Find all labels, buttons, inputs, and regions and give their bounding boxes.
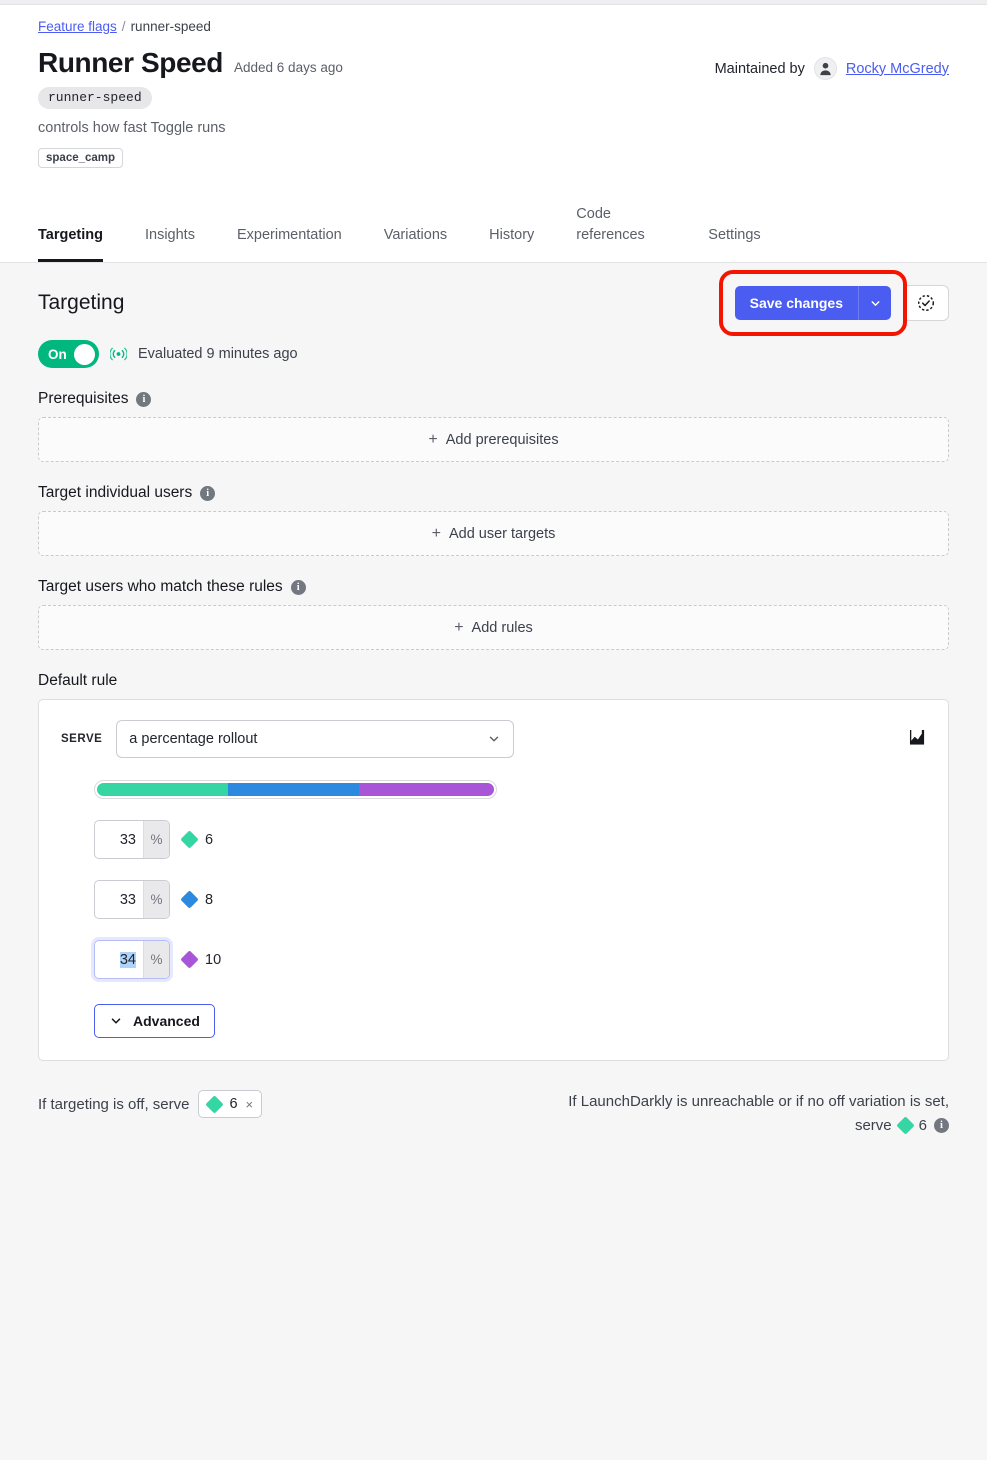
off-variation-value: 6 [229,1096,238,1113]
toggle-knob [74,343,95,365]
off-serve-label: If targeting is off, serve [38,1095,190,1113]
rollout-percent-input-3[interactable]: 34 % [94,940,170,980]
advanced-label: Advanced [133,1013,200,1030]
breadcrumb-feature-flags-link[interactable]: Feature flags [38,19,117,34]
tab-code-references[interactable]: Code references [576,194,666,262]
targeting-panel: Targeting Save changes On Evaluated 9 mi… [0,263,987,1460]
fallback-note: If LaunchDarkly is unreachable or if no … [568,1090,949,1138]
fallback-variation-value: 6 [918,1117,927,1135]
fallback-line-1: If LaunchDarkly is unreachable or if no … [568,1093,949,1111]
flag-key-chip: runner-speed [38,87,152,109]
rollout-percent-value-3: 34 [119,951,136,968]
percent-suffix: % [143,821,169,859]
add-prerequisites-label: Add prerequisites [445,431,559,448]
info-icon[interactable]: i [934,1118,949,1134]
percent-suffix: % [143,881,169,919]
breadcrumb-separator: / [121,19,126,34]
rollout-row: 33 % 8 [94,880,926,920]
prerequisites-label: Prerequisites [38,390,129,408]
evaluated-text: Evaluated 9 minutes ago [138,346,298,363]
info-icon[interactable]: i [200,485,216,501]
default-rule-section: Default rule SERVE a percentage rollout [38,672,949,1062]
off-variation-chip[interactable]: 6 × [198,1090,263,1119]
prerequisites-section: Prerequisites i + Add prerequisites [38,390,949,463]
flag-tag[interactable]: space_camp [38,148,124,168]
rollout-variation-1: 6 [205,831,214,848]
targeting-toggle[interactable]: On [38,340,99,369]
variation-diamond-icon [180,830,199,849]
rollout-percent-value-1: 33 [119,831,136,848]
default-rule-label: Default rule [38,672,118,690]
chevron-down-icon [111,1018,121,1024]
page-title: Runner Speed [38,47,224,78]
rollout-segment-3 [359,783,494,797]
plus-icon: + [431,524,441,542]
rollout-percent-input-1[interactable]: 33 % [94,820,170,860]
rollout-row: 33 % 6 [94,820,926,860]
serve-type-select[interactable]: a percentage rollout [116,720,515,759]
tab-variations[interactable]: Variations [384,215,447,262]
tab-history[interactable]: History [489,215,534,262]
dashed-circle-check-icon[interactable] [903,285,949,322]
maintained-by-label: Maintained by [714,60,805,77]
section-title: Targeting [38,291,125,315]
target-rules-section: Target users who match these rules i + A… [38,578,949,651]
target-individual-users-section: Target individual users i + Add user tar… [38,484,949,557]
broadcast-icon [110,347,127,361]
tab-experimentation[interactable]: Experimentation [237,215,342,262]
rollout-percent-value-2: 33 [119,891,136,908]
chevron-down-icon [490,736,499,742]
target-individual-users-label: Target individual users [38,484,193,502]
tab-settings[interactable]: Settings [708,215,760,262]
add-user-targets-button[interactable]: + Add user targets [38,511,949,557]
flag-header: Feature flags / runner-speed Runner Spee… [0,5,987,168]
save-changes-button[interactable]: Save changes [734,286,858,321]
fallback-serve-label: serve [854,1117,892,1135]
rollout-variation-2: 8 [205,891,214,908]
variation-diamond-icon [180,890,199,909]
tab-insights[interactable]: Insights [145,215,195,262]
variation-diamond-icon [895,1116,915,1136]
advanced-button[interactable]: Advanced [94,1004,215,1039]
serve-type-value: a percentage rollout [129,731,258,748]
person-icon [813,57,837,80]
target-rules-label: Target users who match these rules [38,578,283,596]
percent-suffix: % [143,941,169,979]
default-rule-card: SERVE a percentage rollout 33 % 6 33 % 8… [38,699,949,1062]
add-user-targets-label: Add user targets [448,525,556,542]
serve-label: SERVE [61,733,103,746]
tab-targeting[interactable]: Targeting [38,215,103,263]
info-icon[interactable]: i [136,391,152,407]
add-rules-label: Add rules [471,619,533,636]
flag-tabs: Targeting Insights Experimentation Varia… [0,194,987,264]
plus-icon: + [428,430,438,448]
plus-icon: + [454,618,464,636]
analytics-chart-icon[interactable] [909,729,926,750]
rollout-variation-3: 10 [205,951,222,968]
add-rules-button[interactable]: + Add rules [38,605,949,651]
rollout-segment-1 [97,783,228,797]
flag-description: controls how fast Toggle runs [38,120,226,136]
variation-diamond-icon [180,950,199,969]
variation-diamond-icon [205,1094,225,1114]
targeting-footer: If targeting is off, serve 6 × If Launch… [38,1090,949,1138]
toggle-state-label: On [48,346,67,362]
save-changes-group: Save changes [718,270,907,337]
breadcrumb: Feature flags / runner-speed [38,19,949,34]
maintainer-link[interactable]: Rocky McGredy [846,61,949,77]
breadcrumb-current: runner-speed [130,19,211,34]
info-icon[interactable]: i [290,579,306,595]
close-icon[interactable]: × [246,1097,254,1112]
add-prerequisites-button[interactable]: + Add prerequisites [38,417,949,463]
rollout-row: 34 % 10 [94,940,926,980]
chevron-down-icon[interactable] [858,286,891,321]
added-timestamp: Added 6 days ago [234,60,343,75]
rollout-bar[interactable] [94,780,497,800]
rollout-segment-2 [228,783,359,797]
rollout-percent-input-2[interactable]: 33 % [94,880,170,920]
maintained-by: Maintained by Rocky McGredy [715,47,949,80]
